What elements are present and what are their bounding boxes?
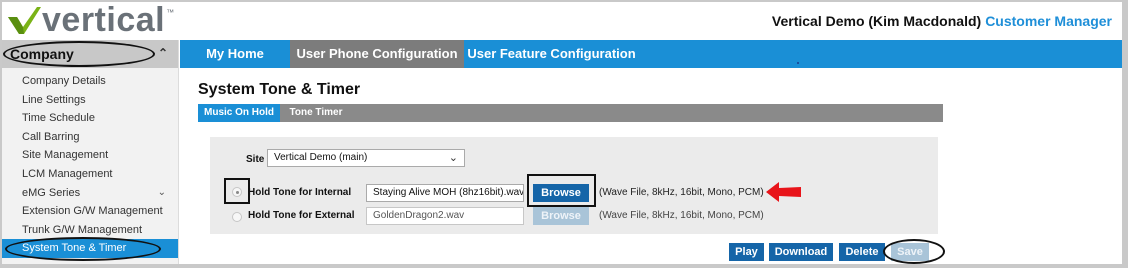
chevron-up-icon[interactable]: ⌃ [158, 46, 168, 60]
red-arrow-icon [766, 182, 801, 202]
download-button[interactable]: Download [769, 243, 833, 261]
header: vertical ™ Vertical Demo (Kim Macdonald)… [2, 2, 1122, 40]
radio-external[interactable] [232, 212, 242, 222]
sidebar-item-lcm-management[interactable]: LCM Management [2, 165, 178, 184]
sidebar-item-site-management[interactable]: Site Management [2, 146, 178, 165]
sidebar-item-company-details[interactable]: Company Details [2, 72, 178, 91]
brand-name: vertical [42, 2, 166, 39]
annotation-ellipse-save [883, 239, 945, 264]
tab-user-feature-configuration[interactable]: User Feature Configuration [464, 40, 639, 68]
sidebar-item-line-settings[interactable]: Line Settings [2, 91, 178, 110]
app-window: vertical ™ Vertical Demo (Kim Macdonald)… [2, 2, 1122, 264]
annotation-ellipse-system-tone [5, 237, 161, 261]
sidebar-item-emg-series[interactable]: eMG Series ⌄ [2, 184, 178, 203]
chevron-down-icon: ⌄ [157, 186, 166, 198]
vertical-logo[interactable]: vertical ™ [6, 2, 174, 38]
play-button[interactable]: Play [729, 243, 764, 261]
annotation-ellipse-company [3, 41, 155, 67]
stray-dot [797, 62, 799, 64]
main-content: System Tone & Timer Music On Hold Tone T… [180, 62, 1122, 264]
customer-manager-link[interactable]: Customer Manager [985, 13, 1112, 29]
site-selected-value: Vertical Demo (main) [274, 152, 368, 163]
internal-file-field[interactable]: Staying Alive MOH (8hz16bit).wav [366, 184, 524, 202]
sidebar-item-label: Trunk G/W Management [22, 223, 143, 236]
internal-format-hint: (Wave File, 8kHz, 16bit, Mono, PCM) [599, 187, 764, 198]
sidebar-item-label: Company Details [22, 75, 106, 87]
hold-tone-internal-label: Hold Tone for Internal [248, 187, 352, 198]
sidebar-item-call-barring[interactable]: Call Barring [2, 128, 178, 147]
page-title: System Tone & Timer [198, 81, 361, 98]
hold-tone-external-label: Hold Tone for External [248, 210, 355, 221]
external-file-field[interactable]: GoldenDragon2.wav [366, 207, 524, 225]
sidebar-item-label: LCM Management [22, 167, 113, 180]
sidebar-item-label: Site Management [22, 149, 109, 162]
tab-tone-timer[interactable]: Tone Timer [280, 104, 352, 122]
sidebar-list: Company Details Line Settings Time Sched… [2, 68, 178, 258]
tab-user-phone-configuration[interactable]: User Phone Configuration [290, 40, 464, 68]
tab-my-home[interactable]: My Home [180, 40, 290, 68]
annotation-box-browse [527, 174, 596, 207]
external-format-hint: (Wave File, 8kHz, 16bit, Mono, PCM) [599, 210, 764, 221]
sidebar-item-label: Time Schedule [22, 112, 95, 125]
sidebar-item-label: Call Barring [22, 130, 80, 143]
sidebar-item-time-schedule[interactable]: Time Schedule [2, 109, 178, 128]
trademark-mark: ™ [166, 8, 175, 17]
top-nav: My Home User Phone Configuration User Fe… [180, 40, 1122, 68]
annotation-box-radio [224, 178, 250, 204]
browse-external-button[interactable]: Browse [533, 207, 589, 225]
delete-button[interactable]: Delete [839, 243, 885, 261]
sidebar-item-label: Extension G/W Management [22, 205, 163, 218]
user-info: Vertical Demo (Kim Macdonald) Customer Ma… [772, 13, 1112, 29]
sidebar-item-label: Line Settings [22, 93, 86, 106]
user-name: Vertical Demo (Kim Macdonald) [771, 13, 982, 29]
sub-tab-bar: Music On Hold Tone Timer [198, 104, 943, 122]
sidebar-item-label: eMG Series [22, 186, 81, 199]
site-select[interactable]: Vertical Demo (main) ⌄ [267, 149, 465, 167]
site-label: Site [246, 154, 265, 165]
sidebar-item-extension-gw-management[interactable]: Extension G/W Management [2, 202, 178, 221]
sidebar: Company ⌃ Company Details Line Settings … [2, 40, 179, 264]
tab-music-on-hold[interactable]: Music On Hold [198, 104, 280, 122]
chevron-down-icon: ⌄ [448, 152, 458, 164]
checkmark-logo-icon [8, 7, 41, 34]
